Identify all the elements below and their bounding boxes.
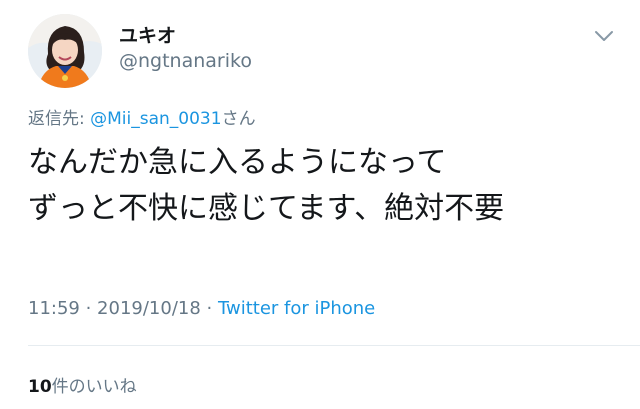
avatar-image [28,14,102,88]
reply-context: 返信先: @Mii_san_0031さん [28,104,256,129]
likes-label: 件のいいね [51,377,137,397]
likes-count: 10 [28,377,52,397]
reply-suffix: さん [221,109,256,129]
tweet-text: なんだか急に入るようになって ずっと不快に感じてます、絶対不要 [28,140,618,232]
tweet-time[interactable]: 11:59 [28,298,80,319]
divider [28,345,640,346]
tweet-card: ユキオ @ngtnanariko 返信先: @Mii_san_0031さん なん… [0,0,640,409]
tweet-text-line: ずっと不快に感じてます、絶対不要 [28,191,505,226]
reply-mention-link[interactable]: @Mii_san_0031 [90,109,221,129]
tweet-meta: 11:59 · 2019/10/18 · Twitter for iPhone [28,298,375,319]
tweet-source-link[interactable]: Twitter for iPhone [218,298,375,319]
reply-prefix: 返信先: [28,109,91,129]
user-handle[interactable]: @ngtnanariko [119,50,252,72]
tweet-text-line: なんだか急に入るようになって [28,145,447,180]
display-name[interactable]: ユキオ [119,21,176,48]
meta-separator: · [200,298,218,319]
avatar[interactable] [28,14,102,88]
likes-count-link[interactable]: 10件のいいね [28,372,137,397]
tweet-date[interactable]: 2019/10/18 [97,298,201,319]
meta-separator: · [79,298,98,319]
chevron-down-icon[interactable] [591,26,617,46]
